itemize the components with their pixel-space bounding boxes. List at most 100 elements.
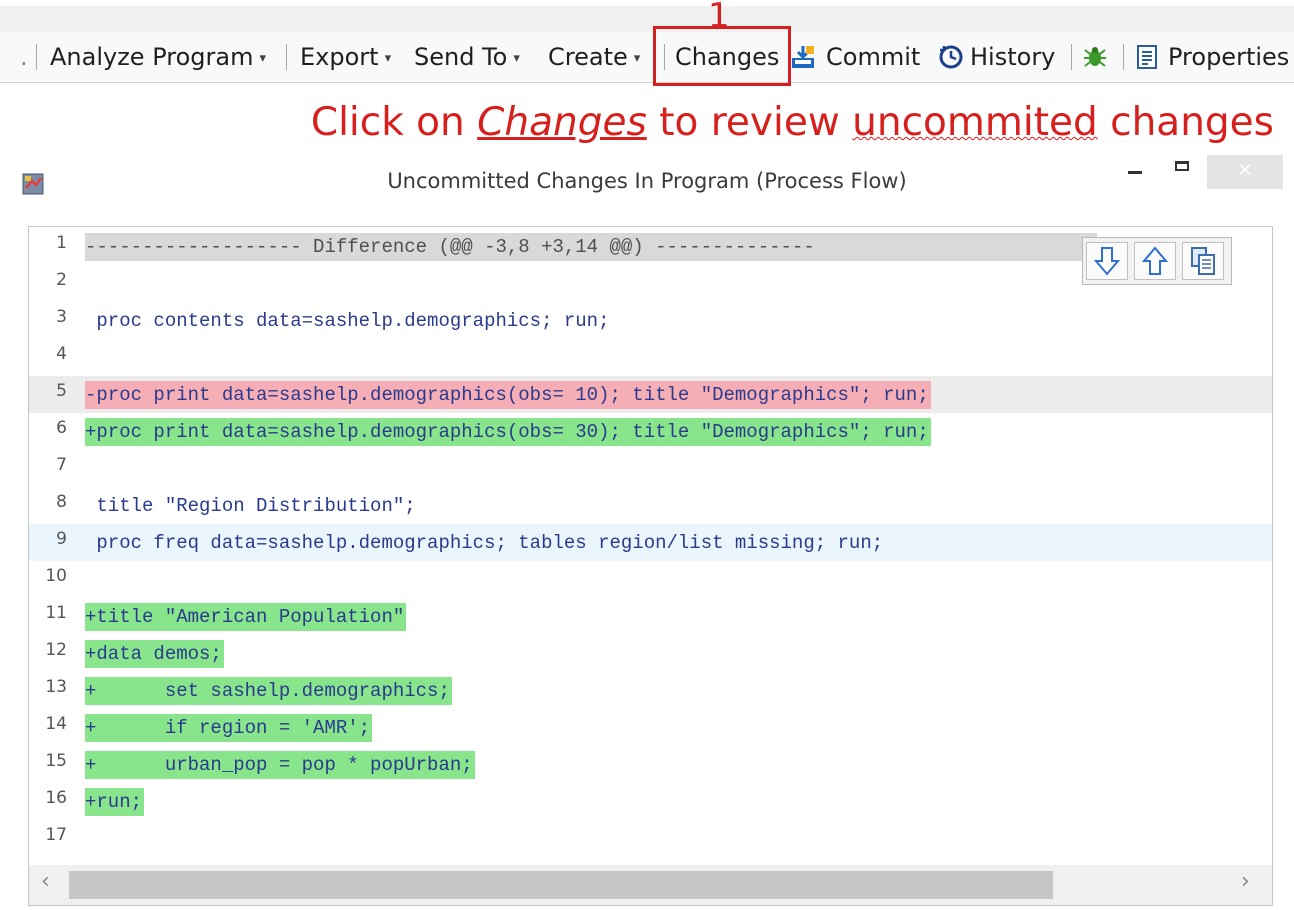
copy-icon — [1191, 247, 1215, 275]
line-number: 12 — [45, 640, 67, 660]
callout-misspelled-word: uncommited — [852, 100, 1098, 145]
code-text: title "Region Distribution"; — [85, 495, 416, 517]
send-to-label: Send To — [414, 43, 508, 71]
chevron-down-icon: ▾ — [384, 51, 392, 66]
code-text: +title "American Population" — [85, 603, 407, 631]
code-text: ------------------- Difference (@@ -3,8 … — [85, 233, 1097, 261]
callout-emphasis: Changes — [477, 100, 647, 145]
toolbar-separator — [36, 44, 37, 70]
properties-button[interactable]: Properties — [1168, 32, 1289, 82]
commit-icon[interactable] — [790, 44, 816, 70]
diff-line[interactable]: 17 — [29, 820, 1272, 857]
code-text: +run; — [85, 788, 145, 816]
minimize-button[interactable] — [1128, 171, 1142, 174]
close-icon: ✕ — [1237, 160, 1253, 181]
code-text: + if region = 'AMR'; — [85, 714, 373, 742]
export-menu[interactable]: Export ▾ — [300, 32, 391, 82]
previous-change-button[interactable] — [1134, 242, 1176, 280]
diff-line[interactable]: 6 +proc print data=sashelp.demographics(o… — [29, 413, 1272, 450]
analyze-program-label: Analyze Program — [50, 43, 254, 71]
analyze-program-menu[interactable]: Analyze Program ▾ — [50, 32, 266, 82]
callout-part2: to review — [646, 100, 853, 145]
diff-line[interactable]: 10 — [29, 561, 1272, 598]
diff-line[interactable]: 4 — [29, 339, 1272, 376]
main-toolbar: . Analyze Program ▾ Export ▾ Send To ▾ Crea… — [0, 32, 1294, 83]
diff-line[interactable]: 11 +title "American Population" — [29, 598, 1272, 635]
scroll-right-icon[interactable]: › — [1241, 869, 1250, 894]
diff-line[interactable]: 14 + if region = 'AMR'; — [29, 709, 1272, 746]
line-number: 8 — [56, 492, 67, 512]
line-number: 16 — [45, 788, 67, 808]
line-number: 13 — [45, 677, 67, 697]
properties-label: Properties — [1168, 43, 1290, 71]
diff-line[interactable]: 13 + set sashelp.demographics; — [29, 672, 1272, 709]
history-label: History — [970, 43, 1056, 71]
bug-icon[interactable] — [1082, 44, 1108, 70]
line-number: 9 — [56, 529, 67, 549]
dialog-title: Uncommitted Changes In Program (Process … — [387, 169, 907, 193]
diff-editor[interactable]: 1 ------------------- Difference (@@ -3,8… — [28, 226, 1273, 906]
instruction-callout: Click on Changes to review uncommited ch… — [311, 100, 1274, 145]
chevron-down-icon: ▾ — [633, 51, 641, 66]
line-number: 11 — [45, 603, 67, 623]
toolbar-separator — [1071, 44, 1072, 70]
arrow-up-icon — [1141, 246, 1169, 275]
scroll-left-icon[interactable]: ‹ — [41, 869, 50, 894]
close-button[interactable]: ✕ — [1207, 155, 1283, 189]
chevron-down-icon: ▾ — [259, 51, 266, 66]
line-number: 17 — [45, 825, 67, 845]
diff-line[interactable]: 9 proc freq data=sashelp.demographics; t… — [29, 524, 1272, 561]
maximize-button[interactable] — [1175, 161, 1189, 171]
callout-part3: changes — [1097, 100, 1274, 145]
history-button[interactable]: History — [970, 32, 1055, 82]
next-change-button[interactable] — [1086, 242, 1128, 280]
line-number: 4 — [56, 344, 67, 364]
line-number: 6 — [56, 418, 67, 438]
horizontal-scrollbar[interactable]: ‹ › — [29, 865, 1272, 905]
export-label: Export — [300, 43, 379, 71]
create-label: Create — [548, 43, 628, 71]
properties-icon[interactable] — [1134, 44, 1160, 70]
toolbar-separator — [286, 44, 287, 70]
commit-label: Commit — [826, 43, 921, 71]
line-number: 3 — [56, 307, 67, 327]
code-text: proc contents data=sashelp.demographics;… — [85, 310, 610, 332]
code-text: proc freq data=sashelp.demographics; tab… — [85, 532, 884, 554]
toolbar-band — [0, 6, 1294, 32]
line-number: 5 — [56, 381, 67, 401]
code-text: + urban_pop = pop * popUrban; — [85, 751, 475, 779]
history-icon[interactable] — [938, 44, 964, 70]
diff-nav-toolbar — [1082, 237, 1232, 285]
line-number: 10 — [45, 566, 67, 586]
code-text: +proc print data=sashelp.demographics(ob… — [85, 418, 931, 446]
dialog-title-bar: Uncommitted Changes In Program (Process … — [0, 155, 1294, 215]
diff-line[interactable]: 5 -proc print data=sashelp.demographics(o… — [29, 376, 1272, 413]
line-number: 1 — [56, 233, 67, 253]
code-text: + set sashelp.demographics; — [85, 677, 452, 705]
diff-line[interactable]: 3 proc contents data=sashelp.demographic… — [29, 302, 1272, 339]
arrow-down-icon — [1093, 247, 1121, 276]
code-text: -proc print data=sashelp.demographics(ob… — [85, 381, 931, 409]
diff-line[interactable]: 8 title "Region Distribution"; — [29, 487, 1272, 524]
line-number: 14 — [45, 714, 67, 734]
diff-line[interactable]: 12 +data demos; — [29, 635, 1272, 672]
line-number: 15 — [45, 751, 67, 771]
diff-line[interactable]: 16 +run; — [29, 783, 1272, 820]
scrollbar-thumb[interactable] — [69, 871, 1053, 899]
callout-part1: Click on — [310, 100, 478, 145]
commit-button[interactable]: Commit — [826, 32, 920, 82]
copy-button[interactable] — [1182, 242, 1224, 280]
code-text: +data demos; — [85, 640, 224, 668]
create-menu[interactable]: Create ▾ — [548, 32, 640, 82]
send-to-menu[interactable]: Send To ▾ — [414, 32, 520, 82]
diff-line[interactable]: 7 — [29, 450, 1272, 487]
toolbar-leading-dot: . — [20, 43, 28, 71]
line-number: 7 — [56, 455, 67, 475]
toolbar-separator — [1123, 44, 1124, 70]
diff-line[interactable]: 15 + urban_pop = pop * popUrban; — [29, 746, 1272, 783]
